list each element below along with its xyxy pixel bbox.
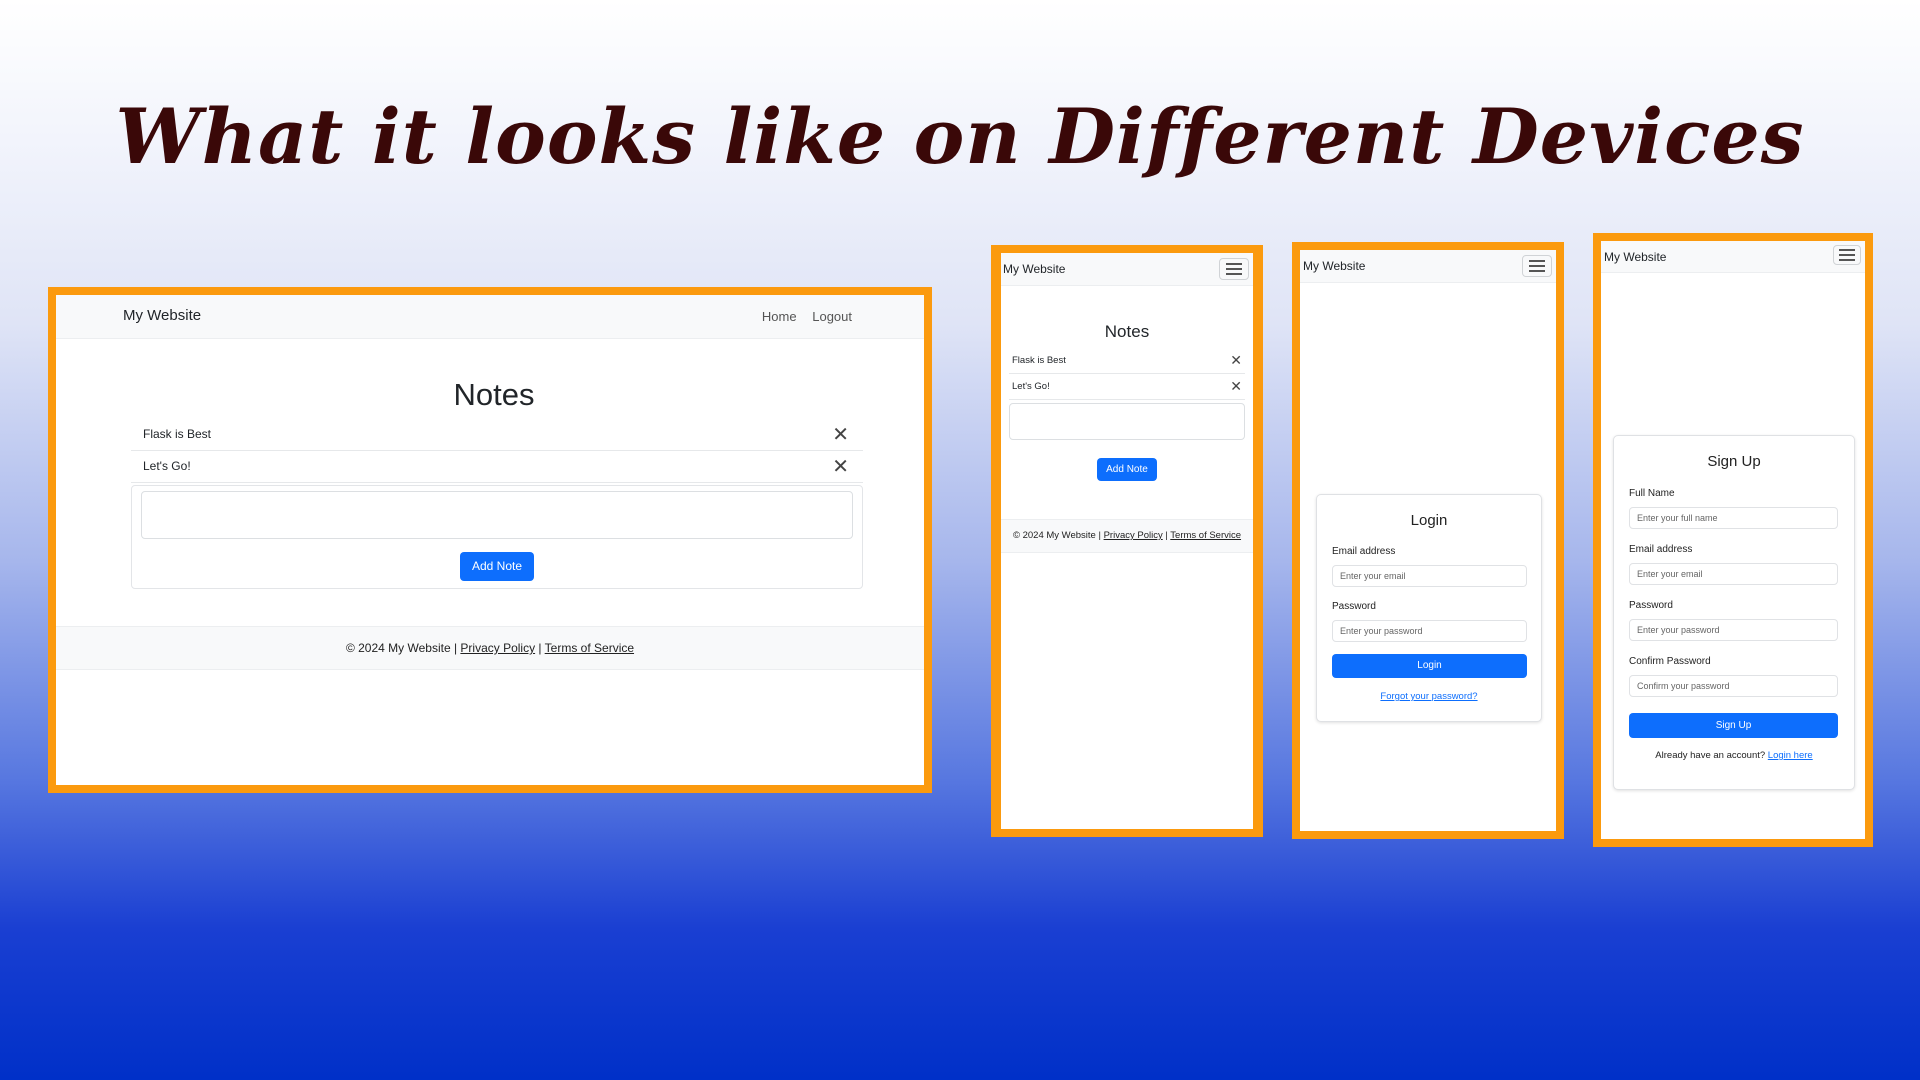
- confirm-password-input[interactable]: Confirm your password: [1629, 675, 1838, 697]
- login-button[interactable]: Login: [1332, 654, 1527, 678]
- desktop-screenshot-frame: My Website Home Logout Notes Flask is Be…: [48, 287, 932, 793]
- signup-button[interactable]: Sign Up: [1629, 713, 1838, 738]
- footer: © 2024 My Website | Privacy Policy | Ter…: [1001, 519, 1253, 553]
- login-card: Login Email address Enter your email Pas…: [1316, 494, 1542, 722]
- note-textarea[interactable]: [1009, 403, 1245, 440]
- full-name-label: Full Name: [1629, 488, 1675, 499]
- footer-separator: |: [535, 641, 545, 655]
- notes-heading: Notes: [1104, 322, 1150, 341]
- add-note-button[interactable]: Add Note: [1097, 458, 1157, 481]
- password-label: Password: [1629, 600, 1673, 611]
- login-prompt: Already have an account? Login here: [1614, 750, 1854, 761]
- login-here-link[interactable]: Login here: [1768, 750, 1813, 761]
- email-input[interactable]: Enter your email: [1332, 565, 1527, 587]
- mobile-login-screenshot-frame: My Website Login Email address Enter you…: [1292, 242, 1564, 839]
- email-input[interactable]: Enter your email: [1629, 563, 1838, 585]
- note-text: Flask is Best: [143, 427, 212, 441]
- slide-title: What it looks like on Different Devices: [115, 92, 1805, 181]
- privacy-policy-link[interactable]: Privacy Policy: [460, 641, 535, 655]
- note-item: Flask is Best ✕: [131, 419, 863, 451]
- email-label: Email address: [1629, 544, 1693, 555]
- password-input[interactable]: Enter your password: [1629, 619, 1838, 641]
- note-item: Flask is Best ✕: [1009, 348, 1245, 374]
- mobile-notes-screenshot-frame: My Website Notes Flask is Best ✕ Let's G…: [991, 245, 1263, 837]
- signup-heading: Sign Up: [1707, 453, 1761, 470]
- navbar-brand[interactable]: My Website: [1003, 262, 1065, 276]
- terms-of-service-link[interactable]: Terms of Service: [545, 641, 634, 655]
- close-icon[interactable]: ✕: [1230, 378, 1242, 395]
- close-icon[interactable]: ✕: [1230, 352, 1242, 369]
- navbar: My Website Home Logout: [56, 295, 924, 339]
- note-item: Let's Go! ✕: [131, 451, 863, 483]
- login-prompt-text: Already have an account?: [1655, 750, 1766, 761]
- add-note-button[interactable]: Add Note: [460, 552, 534, 581]
- full-name-input[interactable]: Enter your full name: [1629, 507, 1838, 529]
- mobile-signup-screenshot-frame: My Website Sign Up Full Name Enter your …: [1593, 233, 1873, 847]
- footer: © 2024 My Website | Privacy Policy | Ter…: [56, 626, 924, 670]
- password-label: Password: [1332, 601, 1376, 612]
- confirm-password-label: Confirm Password: [1629, 656, 1711, 667]
- hamburger-menu-icon[interactable]: [1833, 245, 1861, 265]
- forgot-password-link[interactable]: Forgot your password?: [1317, 691, 1541, 702]
- email-label: Email address: [1332, 546, 1396, 557]
- footer-copyright: © 2024 My Website |: [345, 641, 461, 655]
- hamburger-menu-icon[interactable]: [1219, 258, 1249, 280]
- navbar-brand[interactable]: My Website: [123, 307, 201, 324]
- note-text: Flask is Best: [1012, 355, 1066, 366]
- privacy-policy-link[interactable]: Privacy Policy: [1104, 530, 1163, 541]
- navbar: My Website: [1001, 253, 1253, 286]
- signup-card: Sign Up Full Name Enter your full name E…: [1613, 435, 1855, 790]
- close-icon[interactable]: ✕: [832, 454, 849, 479]
- navbar-brand[interactable]: My Website: [1303, 259, 1365, 273]
- terms-of-service-link[interactable]: Terms of Service: [1170, 530, 1241, 541]
- notes-heading: Notes: [453, 377, 535, 412]
- password-input[interactable]: Enter your password: [1332, 620, 1527, 642]
- navbar: My Website: [1601, 241, 1865, 273]
- nav-home-link[interactable]: Home: [762, 309, 797, 324]
- navbar: My Website: [1300, 250, 1556, 283]
- close-icon[interactable]: ✕: [832, 422, 849, 447]
- nav-links: Home Logout: [750, 309, 852, 324]
- navbar-brand[interactable]: My Website: [1604, 250, 1666, 264]
- footer-copyright: © 2024 My Website |: [1012, 530, 1104, 541]
- note-item: Let's Go! ✕: [1009, 374, 1245, 400]
- note-text: Let's Go!: [1012, 381, 1050, 392]
- note-text: Let's Go!: [143, 459, 191, 473]
- nav-logout-link[interactable]: Logout: [812, 309, 852, 324]
- login-heading: Login: [1410, 512, 1448, 529]
- hamburger-menu-icon[interactable]: [1522, 255, 1552, 277]
- note-textarea[interactable]: [141, 491, 853, 539]
